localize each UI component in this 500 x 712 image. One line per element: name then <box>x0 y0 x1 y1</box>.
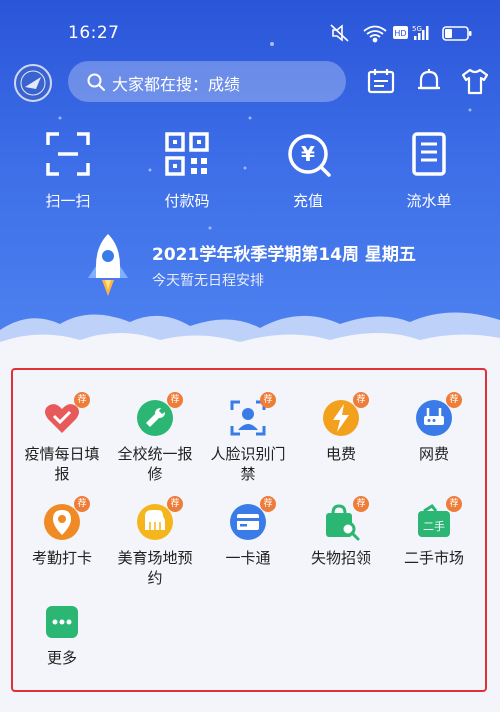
quick-action-scan[interactable]: 扫一扫 <box>28 130 108 215</box>
recommend-badge: 荐 <box>353 392 369 408</box>
quick-action-label: 扫一扫 <box>45 192 91 210</box>
rocket-icon <box>88 234 128 296</box>
service-label: 全校统一报修 <box>117 445 193 483</box>
service-label: 失物招领 <box>310 549 371 567</box>
schedule-message: 今天暂无日程安排 <box>152 273 264 289</box>
service-label: 人脸识别门禁 <box>210 445 286 483</box>
bell-icon[interactable] <box>414 66 444 96</box>
mute-icon <box>330 24 349 42</box>
service-label: 美育场地预约 <box>117 549 193 587</box>
signal-5g-icon: 5G <box>412 25 429 40</box>
logo-emblem-icon <box>20 70 46 96</box>
svg-text:二手: 二手 <box>423 519 445 533</box>
recommend-badge: 荐 <box>446 392 462 408</box>
service-epidemic-report[interactable]: 荐 疫情每日填报 <box>14 392 110 498</box>
quick-action-label: 付款码 <box>164 192 210 210</box>
service-campus-card[interactable]: 荐 一卡通 <box>200 496 296 602</box>
quick-action-bill[interactable]: 流水单 <box>389 130 469 215</box>
recommend-badge: 荐 <box>74 392 90 408</box>
quick-action-pay-code[interactable]: 付款码 <box>147 130 227 215</box>
recommend-badge: 荐 <box>167 392 183 408</box>
status-icons: HD 5G <box>330 24 472 43</box>
service-attendance[interactable]: 荐 考勤打卡 <box>14 496 110 602</box>
recharge-icon: ¥ <box>288 134 331 177</box>
service-label: 一卡通 <box>225 549 271 567</box>
recommend-badge: 荐 <box>167 496 183 512</box>
service-label: 更多 <box>46 649 77 667</box>
quick-action-recharge[interactable]: ¥ 充值 <box>268 130 348 215</box>
bill-icon <box>412 132 446 176</box>
service-label: 考勤打卡 <box>31 549 92 567</box>
battery-icon <box>442 26 472 41</box>
service-label: 疫情每日填报 <box>24 445 100 483</box>
svg-text:5G: 5G <box>412 25 422 33</box>
more-icon <box>46 606 78 638</box>
svg-text:HD: HD <box>394 29 406 38</box>
service-electricity[interactable]: 荐 电费 <box>293 392 389 498</box>
shirt-icon[interactable] <box>460 66 490 96</box>
quick-action-label: 流水单 <box>406 192 452 210</box>
search-bar[interactable]: 大家都在搜：成绩 <box>68 61 346 102</box>
status-time: 16:27 <box>68 23 120 43</box>
recommend-badge: 荐 <box>446 496 462 512</box>
hd-icon: HD <box>393 26 408 39</box>
status-bar: 16:27 HD 5G <box>0 0 500 62</box>
service-label: 电费 <box>325 445 356 463</box>
service-second-hand[interactable]: 二手 荐 二手市场 <box>386 496 482 602</box>
recommend-badge: 荐 <box>260 392 276 408</box>
service-more[interactable]: 更多 <box>14 602 110 702</box>
quick-action-label: 充值 <box>292 192 323 210</box>
service-label: 网费 <box>418 445 449 463</box>
service-face-access[interactable]: 荐 人脸识别门禁 <box>200 392 296 498</box>
search-hint: 大家都在搜：成绩 <box>112 75 241 94</box>
qr-code-icon <box>165 132 209 176</box>
recommend-badge: 荐 <box>74 496 90 512</box>
service-network-fee[interactable]: 荐 网费 <box>386 392 482 498</box>
recommend-badge: 荐 <box>353 496 369 512</box>
svg-text:¥: ¥ <box>301 142 315 166</box>
service-venue-booking[interactable]: 荐 美育场地预约 <box>107 496 203 602</box>
service-repair[interactable]: 荐 全校统一报修 <box>107 392 203 498</box>
service-label: 二手市场 <box>403 549 464 567</box>
scan-icon <box>46 132 90 176</box>
service-lost-found[interactable]: 荐 失物招领 <box>293 496 389 602</box>
week-date-heading: 2021学年秋季学期第14周 星期五 <box>152 245 416 265</box>
calendar-icon[interactable] <box>366 66 396 96</box>
wifi-icon <box>363 25 387 43</box>
recommend-badge: 荐 <box>260 496 276 512</box>
search-icon <box>87 73 105 91</box>
school-logo[interactable] <box>14 64 52 102</box>
